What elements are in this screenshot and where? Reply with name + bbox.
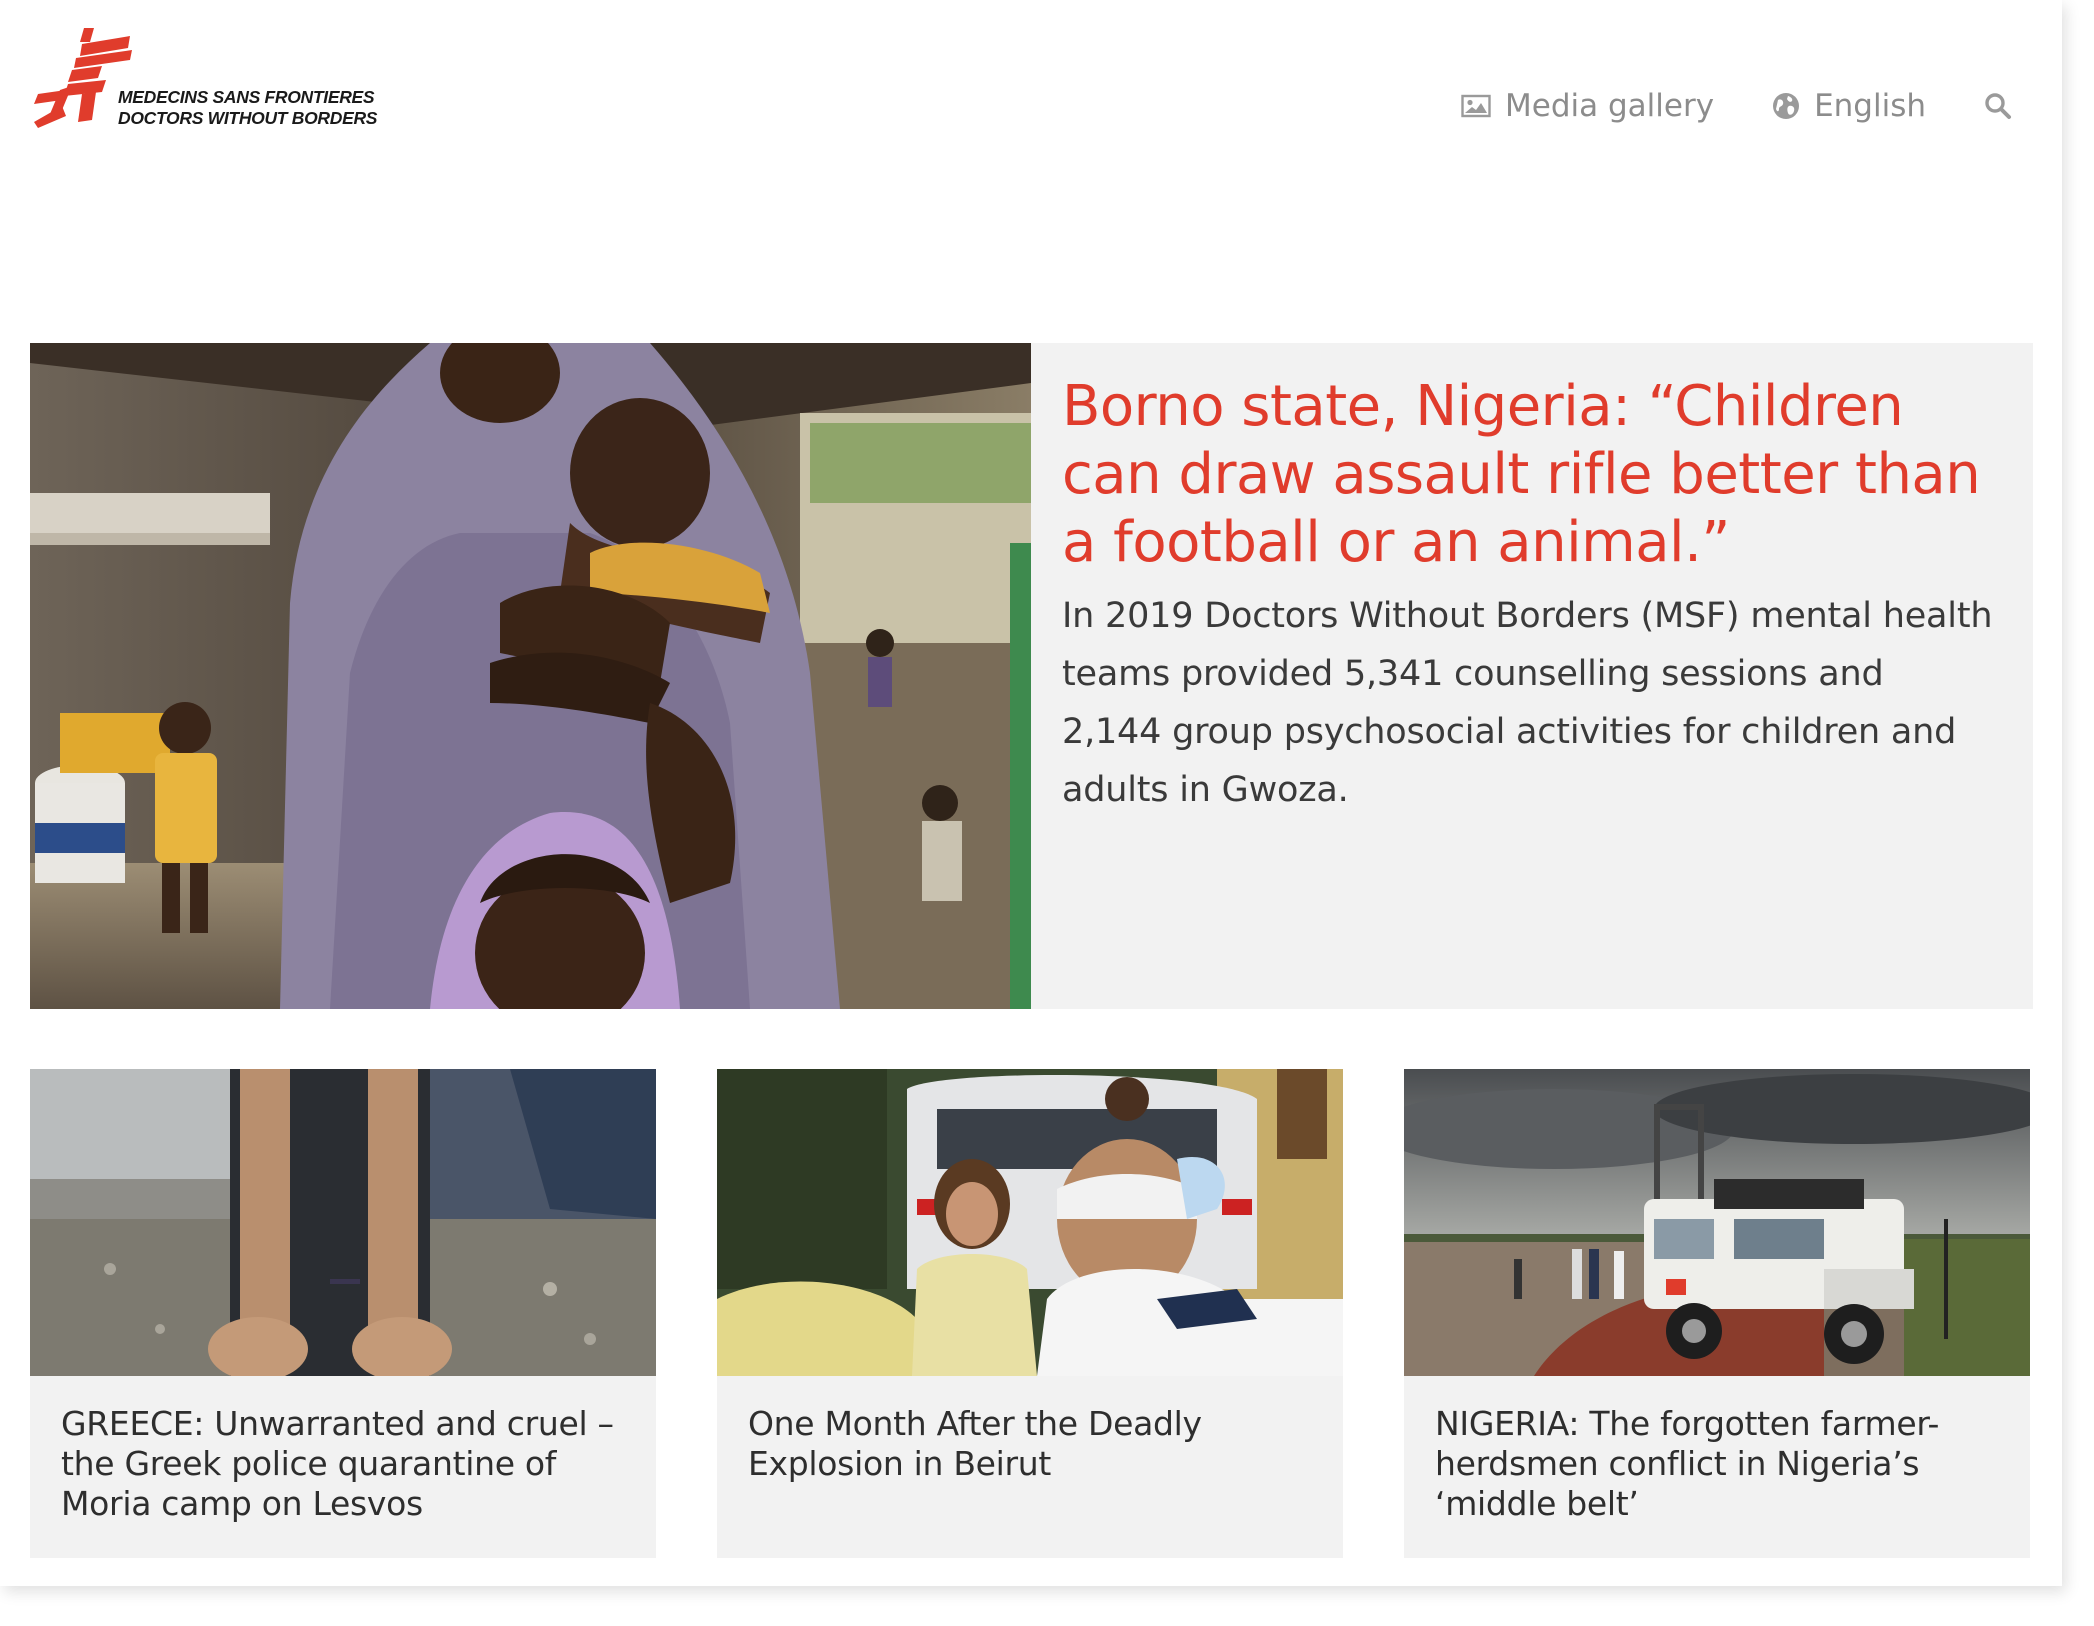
- globe-icon: [1772, 92, 1800, 120]
- msf-logo[interactable]: MEDECINS SANS FRONTIERES DOCTORS WITHOUT…: [32, 28, 392, 138]
- story-card-beirut[interactable]: One Month After the Deadly Explosion in …: [717, 1069, 1343, 1558]
- featured-summary: In 2019 Doctors Without Borders (MSF) me…: [1062, 596, 1993, 810]
- nav-language[interactable]: English: [1772, 88, 1926, 124]
- page: MEDECINS SANS FRONTIERES DOCTORS WITHOUT…: [0, 0, 2062, 1586]
- featured-image[interactable]: [30, 343, 1031, 1009]
- featured-title[interactable]: Borno state, Nigeria: “Children can draw…: [1062, 373, 1993, 577]
- featured-body: Borno state, Nigeria: “Children can draw…: [1031, 343, 2033, 1009]
- story-card-nigeria[interactable]: NIGERIA: The forgotten farmer-herdsmen c…: [1404, 1069, 2030, 1558]
- msf-runner-icon: [34, 28, 132, 128]
- card-image-greece[interactable]: [30, 1069, 656, 1376]
- card-title-greece[interactable]: GREECE: Unwarranted and cruel – the Gree…: [30, 1376, 656, 1524]
- image-icon: [1461, 94, 1491, 118]
- card-image-nigeria[interactable]: [1404, 1069, 2030, 1376]
- logo-line-2: DOCTORS WITHOUT BORDERS: [118, 108, 378, 128]
- search-icon: [1984, 92, 2012, 120]
- search-button[interactable]: [1984, 92, 2012, 120]
- logo-wordmark: MEDECINS SANS FRONTIERES DOCTORS WITHOUT…: [118, 87, 377, 129]
- nav-media-gallery[interactable]: Media gallery: [1461, 88, 1714, 124]
- featured-story[interactable]: Borno state, Nigeria: “Children can draw…: [30, 343, 2033, 1009]
- card-title-nigeria[interactable]: NIGERIA: The forgotten farmer-herdsmen c…: [1404, 1376, 2030, 1524]
- nav-media-gallery-label: Media gallery: [1505, 88, 1715, 124]
- top-nav: Media gallery English: [1403, 84, 2012, 128]
- story-card-greece[interactable]: GREECE: Unwarranted and cruel – the Gree…: [30, 1069, 656, 1558]
- nav-language-label: English: [1814, 88, 1926, 124]
- card-title-beirut[interactable]: One Month After the Deadly Explosion in …: [717, 1376, 1343, 1484]
- card-image-beirut[interactable]: [717, 1069, 1343, 1376]
- logo-line-1: MEDECINS SANS FRONTIERES: [118, 87, 375, 107]
